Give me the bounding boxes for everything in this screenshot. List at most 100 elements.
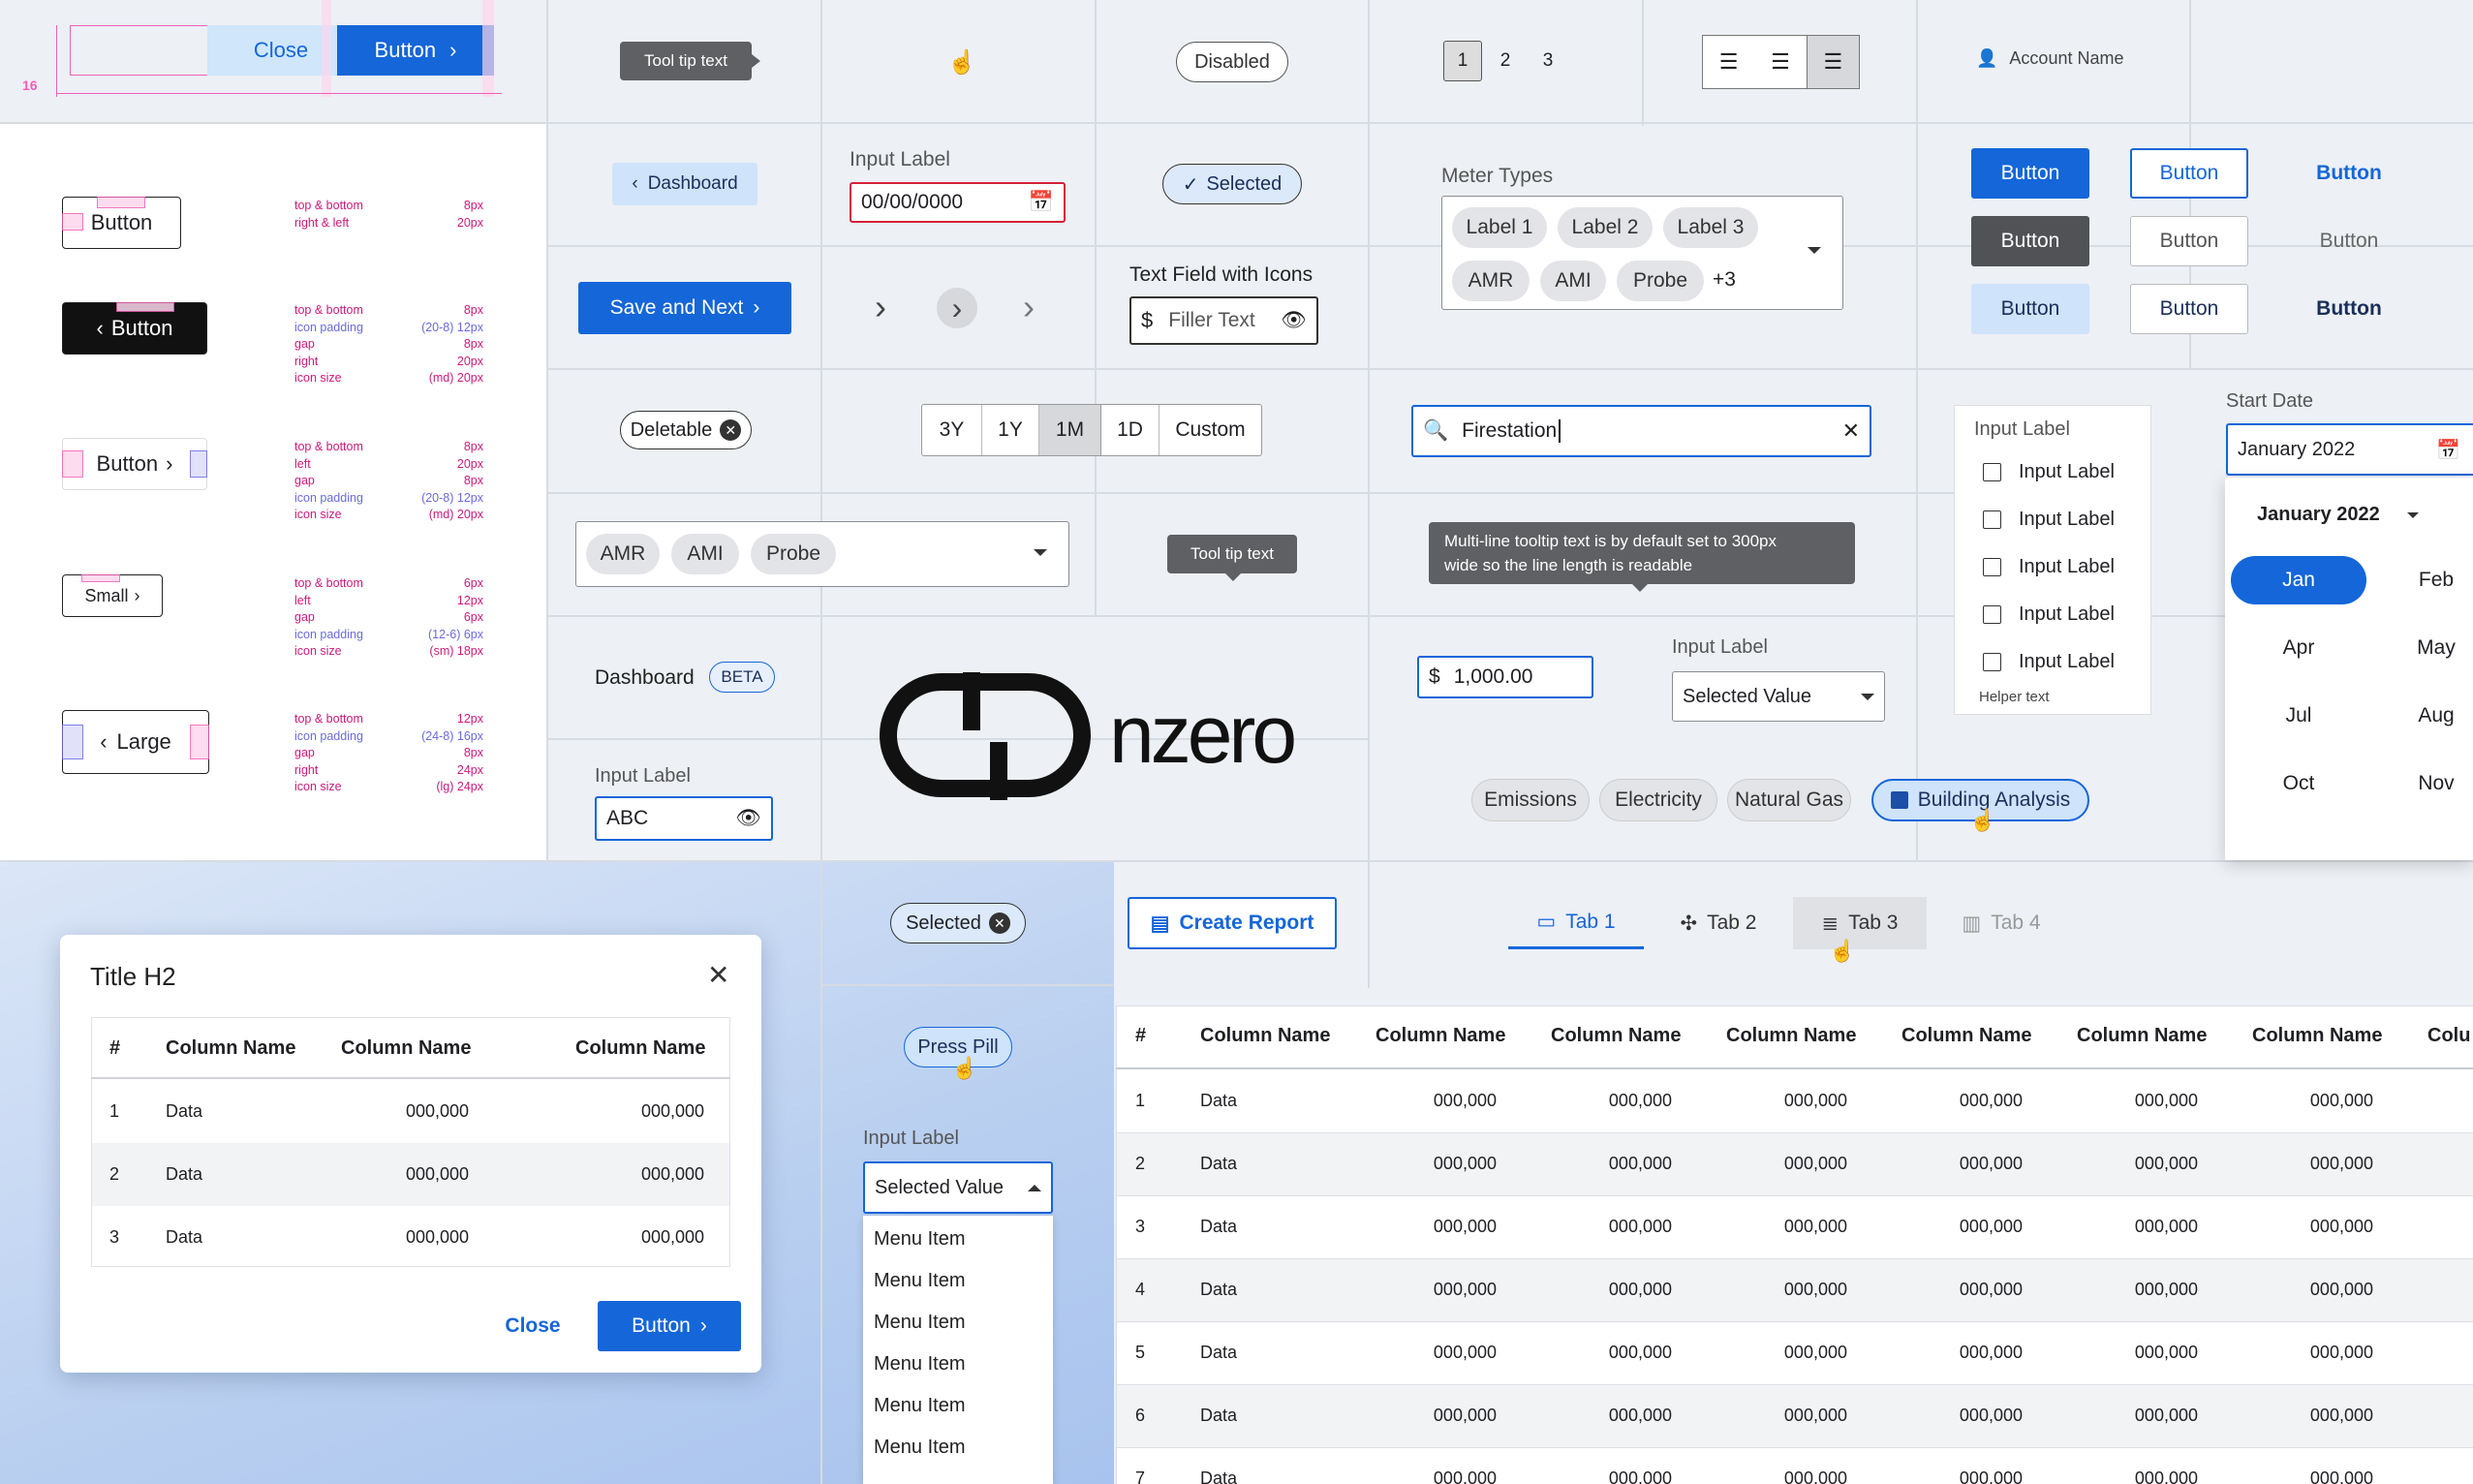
menu-item[interactable]: Menu Item	[874, 1437, 965, 1459]
primary-button-pressed[interactable]: Button	[1971, 216, 2089, 266]
meter-chip[interactable]: Label 3	[1663, 207, 1758, 248]
month-aug[interactable]: Aug	[2393, 692, 2473, 740]
modal-cell: 000,000	[641, 1164, 705, 1184]
ghost-button-hover[interactable]: Button	[2290, 284, 2408, 334]
align-left-icon[interactable]: ☰	[1703, 36, 1754, 88]
table-cell: 000,000	[1959, 1406, 2023, 1425]
month-may[interactable]: May	[2393, 624, 2473, 672]
checkbox[interactable]	[1983, 558, 2001, 576]
page-2[interactable]: 2	[1486, 41, 1525, 81]
checkbox[interactable]	[1983, 653, 2001, 671]
close-icon[interactable]: ✕	[1842, 418, 1860, 444]
anatomy-button-label: Button	[374, 38, 437, 62]
account-menu[interactable]: 👤 Account Name	[1976, 48, 2123, 69]
password-input[interactable]: ABC 👁	[595, 796, 773, 841]
save-next-button[interactable]: Save and Next ›	[578, 282, 791, 334]
filter-pill-electricity[interactable]: Electricity	[1599, 779, 1717, 821]
meter-chip[interactable]: Probe	[1617, 261, 1704, 301]
meter-chip[interactable]: Label 2	[1558, 207, 1653, 248]
chevron-right-icon: ›	[449, 38, 457, 62]
chevron-down-icon[interactable]	[1034, 549, 1047, 556]
range-1d[interactable]: 1D	[1101, 405, 1159, 455]
secondary-button-hover[interactable]: Button	[2130, 284, 2248, 334]
modal-primary-button[interactable]: Button ›	[598, 1301, 741, 1351]
checkbox-item[interactable]: Input Label	[1983, 509, 2115, 531]
chevron-right-icon[interactable]: ›	[1023, 287, 1035, 327]
month-nov[interactable]: Nov	[2393, 759, 2473, 808]
align-justify-icon[interactable]: ☰	[1806, 36, 1859, 88]
create-report-button[interactable]: ▤ Create Report	[1128, 897, 1337, 949]
select-field[interactable]: Selected Value	[1672, 671, 1885, 722]
checkbox[interactable]	[1983, 605, 2001, 624]
secondary-button[interactable]: Button	[2130, 148, 2248, 199]
month-oct[interactable]: Oct	[2231, 759, 2366, 808]
dropdown-select[interactable]: Selected Value	[863, 1161, 1053, 1214]
filter-pill-emissions[interactable]: Emissions	[1471, 779, 1590, 821]
chevron-right-icon[interactable]: ›	[875, 287, 886, 327]
month-apr[interactable]: Apr	[2231, 624, 2366, 672]
chevron-down-icon[interactable]	[1808, 247, 1821, 254]
tab-4[interactable]: ▥ Tab 4	[1944, 897, 2058, 949]
chart-icon	[1890, 791, 1908, 809]
close-icon[interactable]: ✕	[707, 959, 729, 991]
close-circle-icon[interactable]: ✕	[988, 912, 1010, 934]
multiselect-chip[interactable]: AMR	[586, 534, 660, 574]
date-input[interactable]: 00/00/0000 📅	[850, 182, 1066, 223]
checkbox[interactable]	[1983, 510, 2001, 529]
table-cell: 000,000	[2134, 1280, 2198, 1299]
range-1y[interactable]: 1Y	[982, 405, 1039, 455]
page-3[interactable]: 3	[1529, 41, 1567, 81]
page-1[interactable]: 1	[1443, 41, 1482, 81]
tab-3[interactable]: ≣ Tab 3	[1793, 897, 1927, 949]
meter-chip[interactable]: AMR	[1452, 261, 1530, 301]
table-cell: 000,000	[2134, 1469, 2198, 1484]
range-custom[interactable]: Custom	[1159, 405, 1261, 455]
secondary-button-disabled[interactable]: Button	[2130, 216, 2248, 266]
menu-item[interactable]: Menu Item	[874, 1228, 965, 1251]
tab-2[interactable]: ✣ Tab 2	[1661, 897, 1776, 949]
month-feb[interactable]: Feb	[2393, 556, 2473, 604]
filter-pill-natural-gas[interactable]: Natural Gas	[1727, 779, 1851, 821]
table-header: #	[1135, 1025, 1147, 1046]
selected-deletable-chip[interactable]: Selected ✕	[890, 903, 1026, 943]
range-3y[interactable]: 3Y	[922, 405, 982, 455]
range-1m[interactable]: 1M	[1039, 405, 1101, 455]
text-field-icons[interactable]: $ Filler Text 👁	[1129, 296, 1318, 345]
menu-item[interactable]: Menu Item	[874, 1395, 965, 1417]
primary-button-hover[interactable]: Button	[1971, 284, 2089, 334]
checkbox-item[interactable]: Input Label	[1983, 556, 2115, 578]
align-center-icon[interactable]: ☰	[1754, 36, 1806, 88]
month-jan[interactable]: Jan	[2231, 556, 2366, 604]
checkbox-item[interactable]: Input Label	[1983, 461, 2115, 483]
dashboard-back-button[interactable]: ‹ Dashboard	[612, 163, 757, 205]
multiselect-chip[interactable]: AMI	[671, 534, 739, 574]
multiselect-chip[interactable]: Probe	[751, 534, 836, 574]
month-picker-header[interactable]: January 2022	[2257, 504, 2419, 526]
calendar-icon[interactable]: 📅	[2436, 438, 2460, 462]
chevron-right-circle-icon[interactable]: ›	[937, 288, 977, 328]
checkbox[interactable]	[1983, 463, 2001, 481]
checkbox-item[interactable]: Input Label	[1983, 603, 2115, 626]
close-circle-icon[interactable]: ✕	[720, 419, 742, 441]
eye-icon[interactable]: 👁	[1281, 309, 1307, 332]
primary-button[interactable]: Button	[1971, 148, 2089, 199]
menu-item[interactable]: Menu Item	[874, 1270, 965, 1292]
search-input[interactable]: 🔍 Firestation ✕	[1411, 405, 1871, 457]
start-date-input[interactable]: January 2022 📅	[2226, 423, 2473, 476]
month-jul[interactable]: Jul	[2231, 692, 2366, 740]
amount-input[interactable]: $1,000.00	[1417, 656, 1593, 698]
range-toggle: 3Y 1Y 1M 1D Custom	[921, 404, 1262, 456]
menu-item[interactable]: Menu Item	[874, 1353, 965, 1376]
modal-close-button[interactable]: Close	[494, 1301, 572, 1351]
deletable-chip[interactable]: Deletable ✕	[620, 411, 752, 449]
meter-chip[interactable]: Label 1	[1452, 207, 1547, 248]
ghost-button-disabled[interactable]: Button	[2290, 216, 2408, 266]
tab-1[interactable]: ▭ Tab 1	[1508, 897, 1644, 949]
menu-item[interactable]: Menu Item	[874, 1312, 965, 1334]
selected-chip[interactable]: ✓ Selected	[1162, 164, 1302, 204]
meter-chip[interactable]: AMI	[1540, 261, 1606, 301]
ghost-button[interactable]: Button	[2290, 148, 2408, 199]
eye-icon[interactable]: 👁	[735, 807, 761, 830]
date-label: Input Label	[850, 148, 950, 170]
checkbox-item[interactable]: Input Label	[1983, 651, 2115, 673]
